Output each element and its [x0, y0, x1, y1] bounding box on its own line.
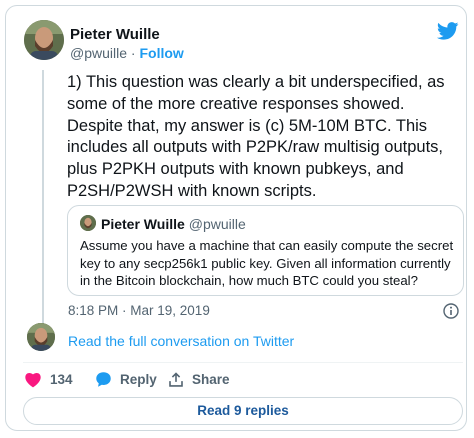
- handle-separator: ·: [130, 45, 136, 61]
- read-conversation-link[interactable]: Read the full conversation on Twitter: [68, 333, 294, 349]
- like-count: 134: [50, 372, 73, 387]
- quoted-author: Pieter Wuille @pwuille: [101, 216, 246, 232]
- share-button[interactable]: Share: [168, 371, 230, 388]
- thread-line: [42, 70, 44, 324]
- author-handle-line: @pwuille · Follow: [70, 45, 184, 61]
- quoted-tweet[interactable]: Pieter Wuille @pwuille Assume you have a …: [67, 205, 464, 296]
- conversation-avatar[interactable]: [27, 323, 55, 351]
- quoted-tweet-text: Assume you have a machine that can easil…: [80, 238, 454, 288]
- author-handle[interactable]: @pwuille: [70, 45, 127, 61]
- quoted-author-avatar: [80, 215, 96, 231]
- info-icon[interactable]: [443, 303, 459, 324]
- twitter-bird-icon[interactable]: [436, 22, 459, 45]
- tweet-timestamp[interactable]: 8:18 PM · Mar 19, 2019: [68, 303, 210, 318]
- reply-button[interactable]: Reply: [95, 371, 157, 388]
- like-button[interactable]: 134: [24, 371, 73, 388]
- author-name[interactable]: Pieter Wuille: [70, 26, 160, 43]
- author-avatar[interactable]: [24, 20, 64, 60]
- heart-icon: [25, 372, 41, 388]
- quoted-author-handle: @pwuille: [188, 216, 246, 232]
- tweet-card: Pieter Wuille @pwuille · Follow 1) This …: [5, 5, 467, 431]
- share-label: Share: [192, 372, 230, 387]
- read-replies-button[interactable]: Read 9 replies: [23, 397, 463, 425]
- divider: [23, 362, 463, 363]
- share-icon: [169, 372, 183, 387]
- tweet-text: 1) This question was clearly a bit under…: [67, 73, 445, 200]
- reply-label: Reply: [120, 372, 157, 387]
- follow-button[interactable]: Follow: [139, 45, 183, 61]
- quoted-author-name: Pieter Wuille: [101, 216, 185, 232]
- speech-bubble-icon: [96, 372, 111, 387]
